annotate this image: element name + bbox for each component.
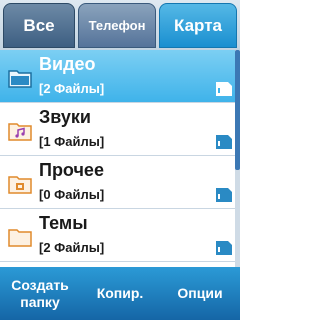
folder-name: Прочее — [39, 160, 104, 180]
video-folder-icon — [8, 70, 32, 88]
scroll-thumb[interactable] — [235, 50, 240, 170]
other-folder-icon — [8, 176, 32, 194]
create-folder-button[interactable]: Создать папку — [0, 267, 80, 320]
tab-phone[interactable]: Телефон — [78, 3, 157, 48]
tab-card[interactable]: Карта — [159, 3, 237, 48]
memory-card-icon — [216, 135, 232, 149]
storage-tabs: Все Телефон Карта — [0, 0, 240, 50]
tab-all[interactable]: Все — [3, 3, 76, 48]
options-button[interactable]: Опции — [160, 267, 240, 320]
create-folder-label: Создать папку — [11, 276, 69, 310]
copy-label: Копир. — [96, 285, 144, 301]
options-label: Опции — [177, 285, 223, 301]
list-item-themes[interactable]: Темы [2 Файлы] — [0, 209, 240, 262]
folder-name: Видео — [39, 54, 96, 74]
memory-card-icon — [216, 82, 232, 96]
folder-name: Звуки — [39, 107, 91, 127]
file-count: [2 Файлы] — [39, 81, 105, 96]
list-item-video[interactable]: Видео [2 Файлы] — [0, 50, 240, 103]
scrollbar[interactable] — [235, 50, 240, 267]
list-item-other[interactable]: Прочее [0 Файлы] — [0, 156, 240, 209]
copy-button[interactable]: Копир. — [80, 267, 160, 320]
file-count: [2 Файлы] — [39, 240, 105, 255]
file-count: [1 Файлы] — [39, 134, 105, 149]
memory-card-icon — [216, 241, 232, 255]
list-item-sounds[interactable]: Звуки [1 Файлы] — [0, 103, 240, 156]
folder-list: Видео [2 Файлы] Звуки [1 Файлы] Прочее [… — [0, 50, 240, 267]
folder-name: Темы — [39, 213, 88, 233]
folder-icon — [8, 229, 32, 247]
music-folder-icon — [8, 123, 32, 141]
softkey-bar: Создать папку Копир. Опции — [0, 267, 240, 320]
memory-card-icon — [216, 188, 232, 202]
file-count: [0 Файлы] — [39, 187, 105, 202]
